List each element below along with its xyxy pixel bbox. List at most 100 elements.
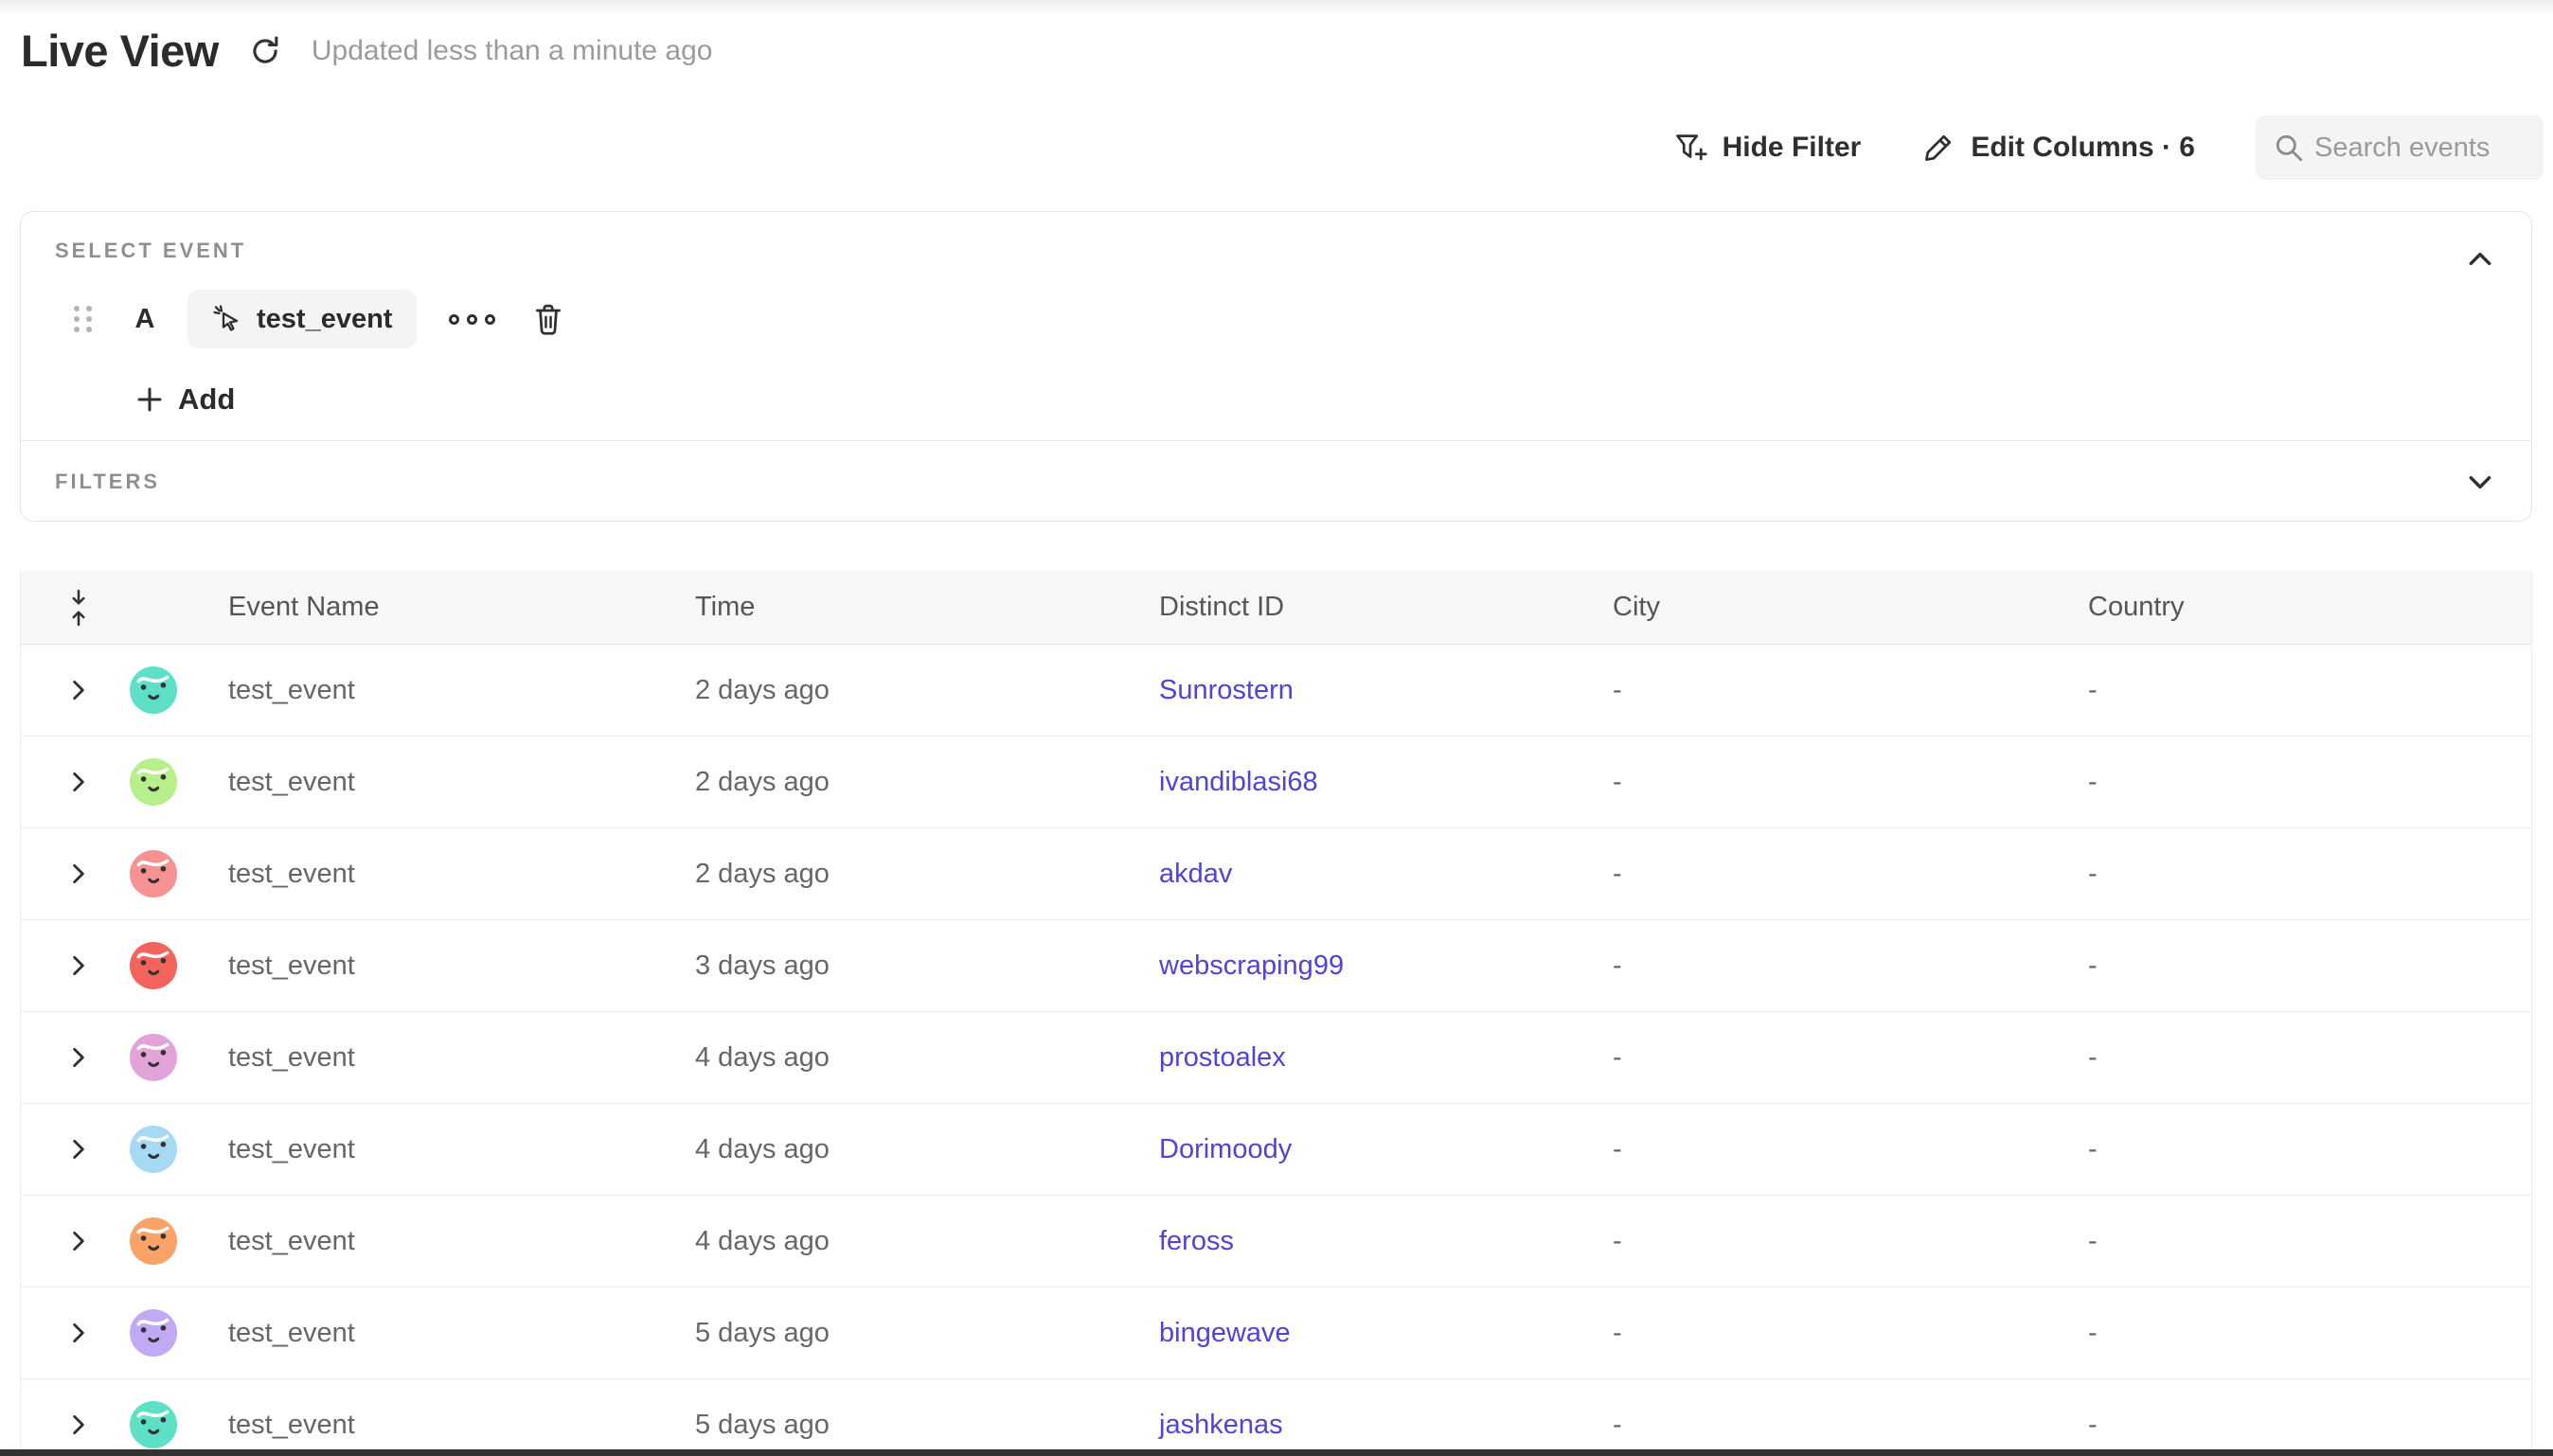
header-distinct-id[interactable]: Distinct ID [1159, 592, 1613, 623]
distinct-id-link[interactable]: Sunrostern [1159, 675, 1294, 706]
chevron-down-icon [2466, 471, 2494, 492]
distinct-id-link[interactable]: feross [1159, 1226, 1234, 1257]
country-value: - [2088, 1042, 2098, 1074]
trash-icon [531, 301, 565, 337]
table-row[interactable]: test_event 4 days ago prostoalex - - [21, 1012, 2531, 1104]
expand-row-button[interactable] [68, 861, 89, 886]
country-value: - [2088, 767, 2098, 798]
table-row[interactable]: test_event 3 days ago webscraping99 - - [21, 920, 2531, 1012]
event-name-value: test_event [228, 1134, 355, 1165]
expand-row-button[interactable] [68, 1412, 89, 1437]
avatar-doodle-face [130, 1401, 177, 1448]
table-row[interactable]: test_event 4 days ago Dorimoody - - [21, 1104, 2531, 1196]
chevron-right-icon [68, 861, 89, 886]
avatar-doodle-face [130, 850, 177, 897]
header-time[interactable]: Time [695, 592, 1159, 623]
event-time-value: 5 days ago [695, 1318, 830, 1349]
plus-icon [136, 386, 163, 413]
header-event-name[interactable]: Event Name [191, 592, 695, 623]
filter-plus-icon [1673, 131, 1707, 165]
event-time-value: 4 days ago [695, 1042, 830, 1074]
chevron-right-icon [68, 1229, 89, 1253]
drag-handle-icon[interactable] [74, 306, 93, 333]
country-value: - [2088, 1318, 2098, 1349]
event-name-value: test_event [228, 767, 355, 798]
event-series-letter: A [131, 304, 159, 335]
event-time-value: 2 days ago [695, 859, 830, 890]
table-row[interactable]: test_event 5 days ago bingewave - - [21, 1287, 2531, 1379]
city-value: - [1613, 950, 1622, 982]
distinct-id-link[interactable]: webscraping99 [1159, 950, 1344, 982]
edit-columns-button[interactable]: Edit Columns · 6 [1921, 131, 2195, 165]
distinct-id-link[interactable]: ivandiblasi68 [1159, 767, 1318, 798]
table-body: test_event 2 days ago Sunrostern - - [21, 645, 2531, 1456]
user-avatar [130, 942, 177, 989]
top-edge-strip [0, 0, 2553, 12]
header-country[interactable]: Country [2088, 592, 2531, 623]
expand-row-button[interactable] [68, 1045, 89, 1070]
distinct-id-link[interactable]: jashkenas [1159, 1410, 1283, 1441]
event-cursor-icon [212, 304, 242, 334]
expand-row-button[interactable] [68, 1321, 89, 1345]
collapse-all-rows-button[interactable] [66, 588, 91, 628]
selected-event-name: test_event [257, 304, 392, 335]
event-time-value: 5 days ago [695, 1410, 830, 1441]
chevron-right-icon [68, 1137, 89, 1162]
city-value: - [1613, 767, 1622, 798]
expand-row-button[interactable] [68, 1229, 89, 1253]
table-row[interactable]: test_event 5 days ago jashkenas - - [21, 1379, 2531, 1456]
event-time-value: 4 days ago [695, 1226, 830, 1257]
user-avatar [130, 666, 177, 714]
expand-row-button[interactable] [68, 678, 89, 702]
user-avatar [130, 850, 177, 897]
user-avatar [130, 1034, 177, 1081]
chevron-right-icon [68, 1412, 89, 1437]
distinct-id-link[interactable]: Dorimoody [1159, 1134, 1292, 1165]
table-row[interactable]: test_event 2 days ago akdav - - [21, 828, 2531, 920]
avatar-doodle-face [130, 942, 177, 989]
expand-row-button[interactable] [68, 1137, 89, 1162]
table-row[interactable]: test_event 4 days ago feross - - [21, 1196, 2531, 1287]
collapse-rows-icon [66, 588, 91, 628]
page-title: Live View [21, 25, 219, 77]
expand-filters-button[interactable] [2461, 463, 2499, 501]
table-row[interactable]: test_event 2 days ago Sunrostern - - [21, 645, 2531, 737]
avatar-doodle-face [130, 1217, 177, 1265]
add-event-button[interactable]: Add [136, 382, 235, 417]
header-city[interactable]: City [1613, 592, 2088, 623]
delete-event-button[interactable] [531, 301, 565, 337]
event-query-row: A test_event [55, 290, 2497, 348]
country-value: - [2088, 1410, 2098, 1441]
events-table: Event Name Time Distinct ID City Country [20, 571, 2532, 1456]
avatar-doodle-face [130, 758, 177, 806]
updated-status: Updated less than a minute ago [312, 35, 713, 67]
event-time-value: 4 days ago [695, 1134, 830, 1165]
country-value: - [2088, 950, 2098, 982]
event-selector-chip[interactable]: test_event [187, 290, 417, 348]
distinct-id-link[interactable]: prostoalex [1159, 1042, 1286, 1074]
expand-row-button[interactable] [68, 953, 89, 978]
avatar-doodle-face [130, 1034, 177, 1081]
hide-filter-button[interactable]: Hide Filter [1673, 131, 1862, 165]
table-header: Event Name Time Distinct ID City Country [21, 571, 2531, 645]
distinct-id-link[interactable]: akdav [1159, 859, 1232, 890]
city-value: - [1613, 1134, 1622, 1165]
filters-section[interactable]: FILTERS [21, 441, 2531, 522]
city-value: - [1613, 859, 1622, 890]
hide-filter-label: Hide Filter [1723, 132, 1862, 164]
collapse-section-button[interactable] [2461, 240, 2499, 278]
user-avatar [130, 1126, 177, 1173]
event-name-value: test_event [228, 1042, 355, 1074]
distinct-id-link[interactable]: bingewave [1159, 1318, 1291, 1349]
more-options-icon[interactable] [449, 314, 495, 325]
table-row[interactable]: test_event 2 days ago ivandiblasi68 - - [21, 737, 2531, 828]
user-avatar [130, 1401, 177, 1448]
city-value: - [1613, 1410, 1622, 1441]
country-value: - [2088, 675, 2098, 706]
expand-row-button[interactable] [68, 770, 89, 794]
user-avatar [130, 1217, 177, 1265]
city-value: - [1613, 1042, 1622, 1074]
chevron-up-icon [2466, 249, 2494, 270]
bottom-scrollbar-band[interactable] [0, 1449, 2553, 1456]
refresh-button[interactable] [245, 31, 285, 71]
